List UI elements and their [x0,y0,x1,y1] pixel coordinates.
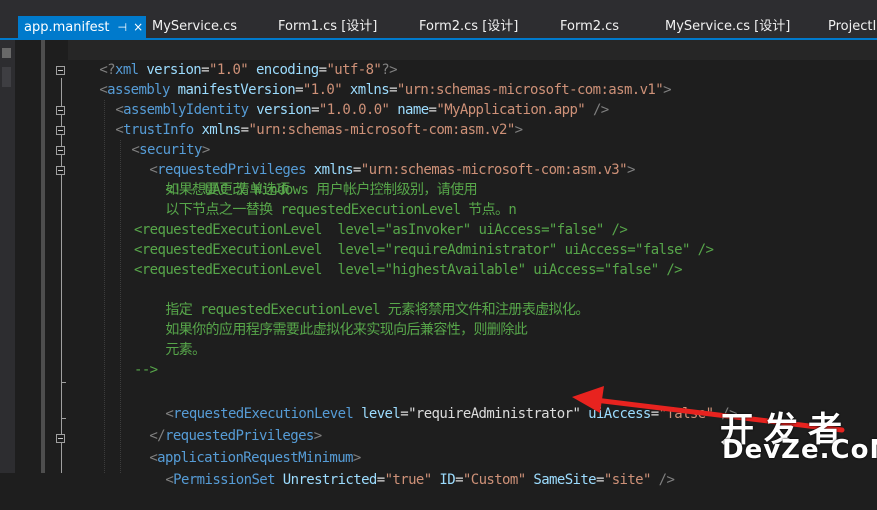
xml-value: "true" [384,472,433,488]
xml-attr: Unrestricted [274,472,378,488]
watermark-site: DevZe.CoM [722,435,877,465]
xml-value: "Custom" [462,472,526,488]
xml-attr: SameSite [525,472,597,488]
xml-value: "site" [603,472,652,488]
xml-eq: = [455,472,463,488]
xml-attr: ID [431,472,456,488]
xml-tag: PermissionSet [173,472,275,488]
xml-punct: /> [650,472,675,488]
xml-eq: = [596,472,604,488]
xml-punct: < [165,472,174,488]
arrow-head [572,386,604,413]
xml-eq: = [376,472,385,488]
